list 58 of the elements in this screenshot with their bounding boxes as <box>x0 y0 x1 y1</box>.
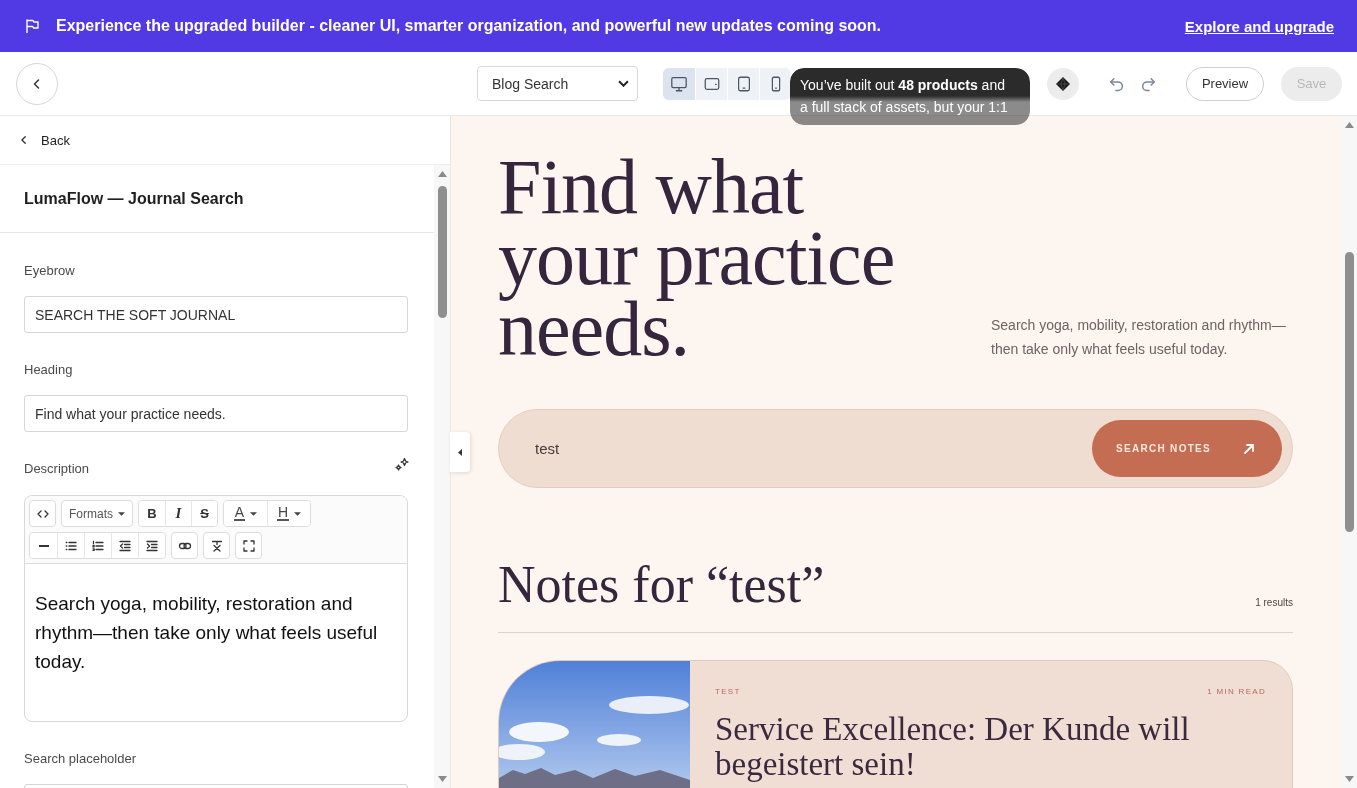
page-select[interactable]: Blog Search <box>477 66 638 101</box>
highlight-color-button[interactable]: H <box>267 501 310 526</box>
clear-formatting-button[interactable] <box>203 532 230 559</box>
text-input[interactable]: SEARCH THE SOFT JOURNAL <box>24 296 408 333</box>
article-title: Service Excellence: Der Kunde will begeistert sein! <box>715 712 1191 782</box>
editor-text-area[interactable]: Search yoga, mobility, restoration and rhythm—then take only what feels useful today. <box>25 564 407 721</box>
article-tag: TEST <box>715 687 741 697</box>
scroll-down-icon[interactable] <box>437 776 447 782</box>
caret-left-icon <box>458 448 462 456</box>
hero-heading: Find what your practice needs. <box>498 151 896 364</box>
scroll-up-icon[interactable] <box>1344 122 1354 128</box>
chevron-down-icon <box>618 80 629 87</box>
desktop-view-button[interactable] <box>663 67 695 100</box>
search-field[interactable]: test SEARCH NOTES <box>498 409 1293 488</box>
monitor-icon <box>670 74 688 93</box>
indent-icon <box>145 538 159 553</box>
flag-icon <box>24 18 40 34</box>
caret-down-icon <box>118 511 125 516</box>
expand-icon <box>241 538 256 553</box>
scrollbar[interactable] <box>434 165 450 788</box>
preview-button[interactable]: Preview <box>1186 66 1264 101</box>
hero-description: Search yoga, mobility, restoration and rhythm—then take only what feels useful today. <box>991 316 1287 359</box>
chevron-left-icon <box>19 135 29 145</box>
caret-down-icon <box>250 511 258 516</box>
field-label: Eyebrow <box>24 263 76 279</box>
banner-message: Experience the upgraded builder - cleaner UI, smarter organization, and powerful new updates coming soon. <box>56 17 883 35</box>
outdent-icon <box>118 538 132 553</box>
scrollbar[interactable] <box>1341 116 1357 788</box>
field-label: Heading <box>24 362 74 378</box>
numbered-list-icon <box>91 538 105 553</box>
back-link[interactable]: Back <box>19 132 70 148</box>
field-label: Search placeholder <box>24 751 138 767</box>
strikethrough-button[interactable]: S <box>191 501 217 526</box>
scrollbar-thumb[interactable] <box>437 186 447 318</box>
scroll-up-icon[interactable] <box>437 171 447 177</box>
search-input[interactable]: test <box>535 433 1092 464</box>
text-input[interactable]: Find what your practice needs. <box>24 395 408 432</box>
article-card[interactable]: TEST 1 MIN READ Service Excellence: Der Kunde will begeistert sein! <box>498 660 1293 788</box>
explore-upgrade-link[interactable]: Explore and upgrade <box>1184 17 1334 35</box>
diamond-button[interactable] <box>1047 67 1079 100</box>
field-label: Description <box>24 461 90 477</box>
clear-format-icon <box>209 538 224 553</box>
redo-icon <box>1139 75 1157 92</box>
formats-dropdown[interactable]: Formats <box>61 500 133 527</box>
fullscreen-button[interactable] <box>235 532 262 559</box>
caret-down-icon <box>294 511 302 516</box>
results-heading: Notes for “test” <box>498 555 825 615</box>
diamond-icon <box>1055 75 1071 92</box>
arrow-up-right-icon <box>1243 442 1255 455</box>
horizontal-line-icon <box>38 544 49 547</box>
undo-icon <box>1107 75 1125 92</box>
read-time: 1 MIN READ <box>1207 687 1266 697</box>
results-count: 1 results <box>1255 597 1293 609</box>
scroll-down-icon[interactable] <box>1344 776 1354 782</box>
sparkle-icon[interactable] <box>394 457 410 473</box>
scrollbar-thumb[interactable] <box>1344 252 1354 532</box>
indent-button[interactable] <box>138 533 165 558</box>
link-button[interactable] <box>171 532 198 559</box>
